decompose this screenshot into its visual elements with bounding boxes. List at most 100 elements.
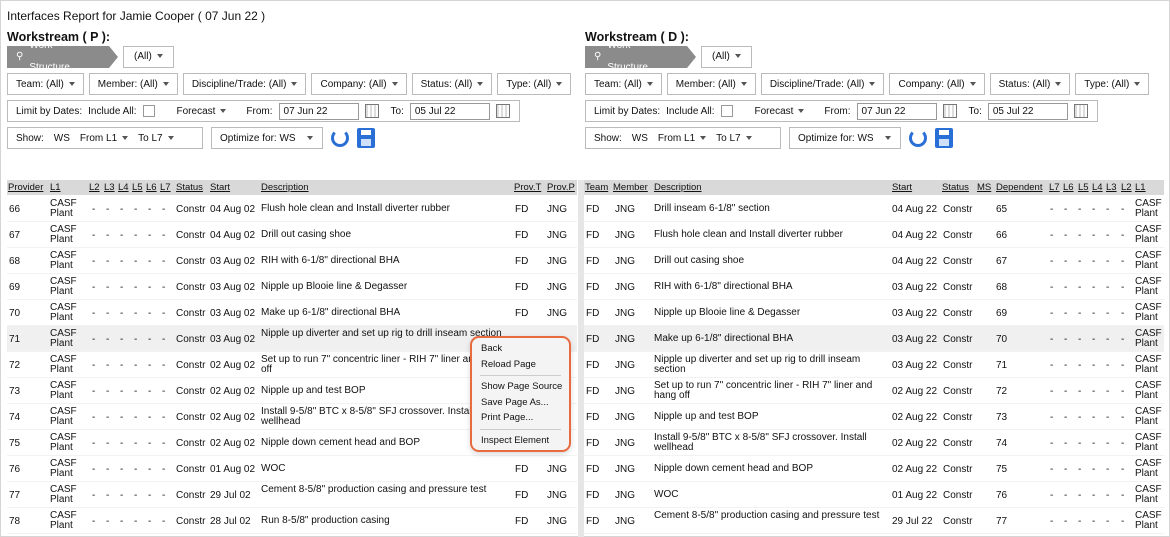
work-structure-pill[interactable]: ⚲ Work Structure — [7, 40, 118, 73]
save-icon[interactable] — [357, 128, 375, 148]
column-header[interactable]: Prov.T — [514, 182, 541, 193]
from-level-select[interactable]: From L1 — [658, 133, 707, 144]
include-all-checkbox[interactable] — [142, 105, 155, 117]
refresh-icon[interactable] — [331, 129, 349, 147]
filter-member[interactable]: Member: (All) — [666, 73, 756, 95]
dash-cell: - — [1064, 230, 1068, 241]
optimize-select[interactable]: Optimize for: WS — [789, 127, 901, 149]
column-header[interactable]: L7 — [160, 182, 171, 193]
to-level-select[interactable]: To L7 — [138, 133, 174, 144]
column-header[interactable]: Description — [654, 182, 702, 193]
to-date-input[interactable]: 05 Jul 22 — [409, 102, 490, 120]
column-header[interactable]: L3 — [104, 182, 115, 193]
menu-item-save-as[interactable]: Save Page As... — [472, 395, 569, 411]
to-level-select[interactable]: To L7 — [716, 133, 752, 144]
dash-cell: - — [106, 412, 110, 423]
work-structure-select[interactable]: (All) — [701, 46, 752, 68]
l1-cell: CASF Plant — [1135, 406, 1162, 427]
provider-cell: 78 — [9, 516, 21, 527]
filter-member[interactable]: Member: (All) — [88, 73, 178, 95]
column-header[interactable]: L2 — [1121, 182, 1132, 193]
prov-t-cell: FD — [515, 230, 529, 241]
dash-cell: - — [1106, 412, 1110, 423]
status-cell: Constr — [176, 464, 206, 475]
dash-cell: - — [1106, 490, 1110, 501]
filter-discipline[interactable]: Discipline/Trade: (All) — [182, 73, 307, 95]
menu-item-inspect[interactable]: Inspect Element — [472, 433, 569, 449]
forecast-select[interactable]: Forecast — [177, 106, 227, 117]
calendar-icon[interactable] — [364, 104, 379, 118]
column-header[interactable]: L6 — [1063, 182, 1074, 193]
column-header[interactable]: Description — [261, 182, 309, 193]
column-header[interactable]: L1 — [1135, 182, 1146, 193]
column-header[interactable]: Status — [176, 182, 203, 193]
limit-label: Limit by Dates: — [16, 105, 83, 117]
member-cell: JNG — [615, 412, 635, 423]
column-header[interactable]: L4 — [118, 182, 129, 193]
from-level-select[interactable]: From L1 — [80, 133, 129, 144]
column-header[interactable]: L5 — [1078, 182, 1089, 193]
dash-cell: - — [1106, 516, 1110, 527]
prov-p-cell: JNG — [547, 464, 567, 475]
dash-cell: - — [1050, 386, 1054, 397]
filter-company[interactable]: Company: (All) — [311, 73, 407, 95]
dependent-cell: 70 — [996, 334, 1008, 345]
column-header[interactable]: L6 — [146, 182, 157, 193]
dash-cell: - — [106, 256, 110, 267]
dash-cell: - — [148, 282, 152, 293]
column-header[interactable]: MS — [977, 182, 991, 193]
dash-cell: - — [106, 282, 110, 293]
column-header[interactable]: Provider — [8, 182, 43, 193]
show-levels-bar: Show: WS From L1 To L7 — [585, 127, 781, 149]
status-cell: Constr — [176, 204, 206, 215]
column-header[interactable]: L3 — [1106, 182, 1117, 193]
column-header[interactable]: Start — [892, 182, 912, 193]
calendar-icon[interactable] — [1073, 104, 1088, 118]
start-cell: 03 Aug 02 — [210, 256, 256, 267]
status-cell: Constr — [943, 386, 973, 397]
column-header[interactable]: Team — [585, 182, 608, 193]
show-label: Show: — [16, 132, 44, 144]
start-cell: 29 Jul 02 — [210, 490, 251, 501]
filter-type[interactable]: Type: (All) — [1075, 73, 1150, 95]
column-header[interactable]: L7 — [1049, 182, 1060, 193]
refresh-icon[interactable] — [909, 129, 927, 147]
menu-item-back[interactable]: Back — [472, 341, 569, 357]
chevron-down-icon — [700, 135, 707, 140]
column-header[interactable]: Start — [210, 182, 230, 193]
show-ws: WS — [53, 132, 70, 144]
column-header[interactable]: Prov.P — [547, 182, 575, 193]
dash-cell: - — [134, 360, 138, 371]
calendar-icon[interactable] — [942, 104, 957, 118]
calendar-icon[interactable] — [495, 104, 510, 118]
filter-company[interactable]: Company: (All) — [889, 73, 985, 95]
column-header[interactable]: L4 — [1092, 182, 1103, 193]
filter-status[interactable]: Status: (All) — [411, 73, 493, 95]
column-header[interactable]: L1 — [50, 182, 61, 193]
menu-item-reload[interactable]: Reload Page — [472, 357, 569, 373]
dash-cell: - — [134, 308, 138, 319]
filter-discipline[interactable]: Discipline/Trade: (All) — [760, 73, 885, 95]
optimize-select[interactable]: Optimize for: WS — [211, 127, 323, 149]
dash-cell: - — [92, 412, 96, 423]
from-date-input[interactable]: 07 Jun 22 — [856, 102, 937, 120]
column-header[interactable]: Dependent — [996, 182, 1042, 193]
include-all-checkbox[interactable] — [720, 105, 733, 117]
filter-type[interactable]: Type: (All) — [497, 73, 572, 95]
l1-cell: CASF Plant — [50, 510, 77, 531]
menu-item-page-source[interactable]: Show Page Source — [472, 379, 569, 395]
work-structure-pill[interactable]: ⚲ Work Structure — [585, 40, 696, 73]
save-icon[interactable] — [935, 128, 953, 148]
column-header[interactable]: L5 — [132, 182, 143, 193]
menu-item-print[interactable]: Print Page... — [472, 410, 569, 426]
column-header[interactable]: Status — [942, 182, 969, 193]
filter-status[interactable]: Status: (All) — [989, 73, 1071, 95]
column-header[interactable]: L2 — [89, 182, 100, 193]
from-date-input[interactable]: 07 Jun 22 — [278, 102, 359, 120]
dash-cell: - — [1121, 204, 1125, 215]
to-date-input[interactable]: 05 Jul 22 — [987, 102, 1068, 120]
forecast-select[interactable]: Forecast — [755, 106, 805, 117]
prov-p-cell: JNG — [547, 490, 567, 501]
work-structure-select[interactable]: (All) — [123, 46, 174, 68]
column-header[interactable]: Member — [613, 182, 648, 193]
